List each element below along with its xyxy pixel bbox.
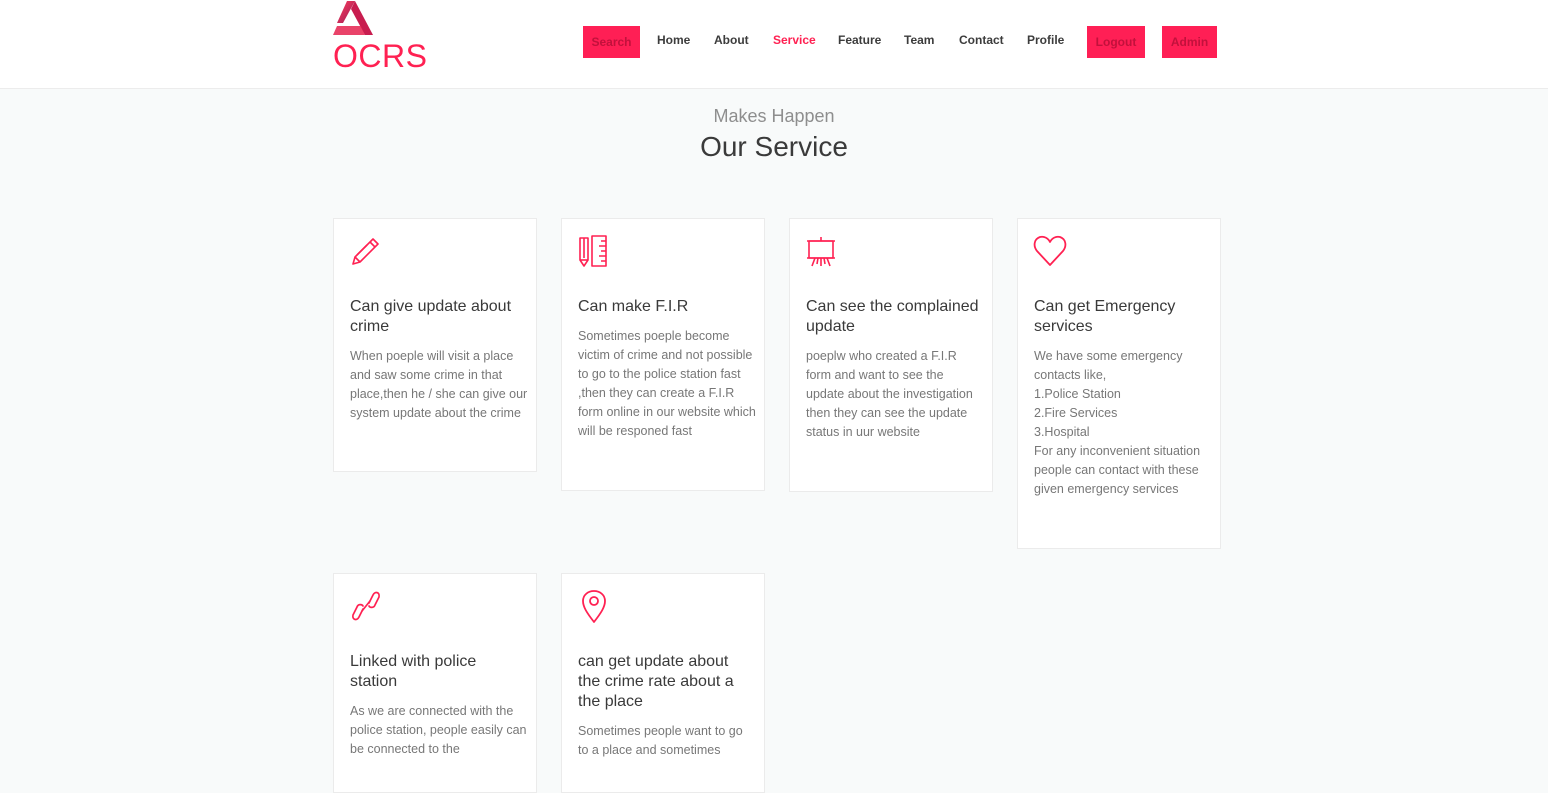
service-description: poeplw who created a F.I.R form and want…	[806, 349, 973, 439]
map-pin-icon	[582, 590, 606, 623]
service-description: When poeple will visit a place and saw s…	[350, 349, 528, 420]
service-title: can get update about the crime rate abou…	[578, 653, 734, 710]
service-description: As we are connected with the police stat…	[350, 704, 527, 756]
service-title: Can give update about crime	[350, 298, 512, 335]
pencil-icon	[352, 238, 379, 265]
service-card: can get update about the crime rate abou…	[561, 573, 765, 793]
nav-home[interactable]: Home	[657, 33, 690, 47]
nav-feature[interactable]: Feature	[838, 33, 881, 47]
section-title: Our Service	[700, 131, 848, 162]
service-card: Can get Emergency services We have some …	[1017, 218, 1221, 549]
brand-logo[interactable]: OCRS	[333, 0, 453, 80]
nav-team[interactable]: Team	[904, 33, 934, 47]
ruler-pencil-icon	[579, 235, 607, 267]
service-card: Can give update about crime When poeple …	[333, 218, 537, 472]
site-header: OCRS Search Home About Service Feature T…	[0, 0, 1548, 89]
nav-profile[interactable]: Profile	[1027, 33, 1064, 47]
service-card: Linked with police station As we are con…	[333, 573, 537, 793]
nav-about[interactable]: About	[714, 33, 749, 47]
admin-button[interactable]: Admin	[1162, 26, 1217, 58]
service-description: Sometimes poeple become victim of crime …	[578, 329, 756, 438]
heart-icon	[1033, 235, 1067, 266]
service-title: Linked with police station	[350, 653, 477, 690]
link-chain-icon	[352, 591, 380, 621]
brand-name: OCRS	[333, 38, 428, 74]
nav-service[interactable]: Service	[773, 33, 816, 47]
service-description: We have some emergency contacts like, 1.…	[1034, 349, 1201, 496]
service-title: Can make F.I.R	[578, 298, 689, 315]
service-card: Can see the complained update poeplw who…	[789, 218, 993, 492]
service-card: Can make F.I.R Sometimes poeple become v…	[561, 218, 765, 491]
triangle-logo-icon	[333, 1, 373, 35]
easel-presentation-icon	[807, 237, 835, 267]
section-subtitle: Makes Happen	[713, 106, 835, 126]
nav-contact[interactable]: Contact	[959, 33, 1004, 47]
service-title: Can see the complained update	[806, 298, 979, 335]
search-button[interactable]: Search	[583, 26, 640, 58]
service-title: Can get Emergency services	[1034, 298, 1176, 335]
logout-button[interactable]: Logout	[1087, 26, 1145, 58]
service-description: Sometimes people want to go to a place a…	[578, 724, 743, 757]
